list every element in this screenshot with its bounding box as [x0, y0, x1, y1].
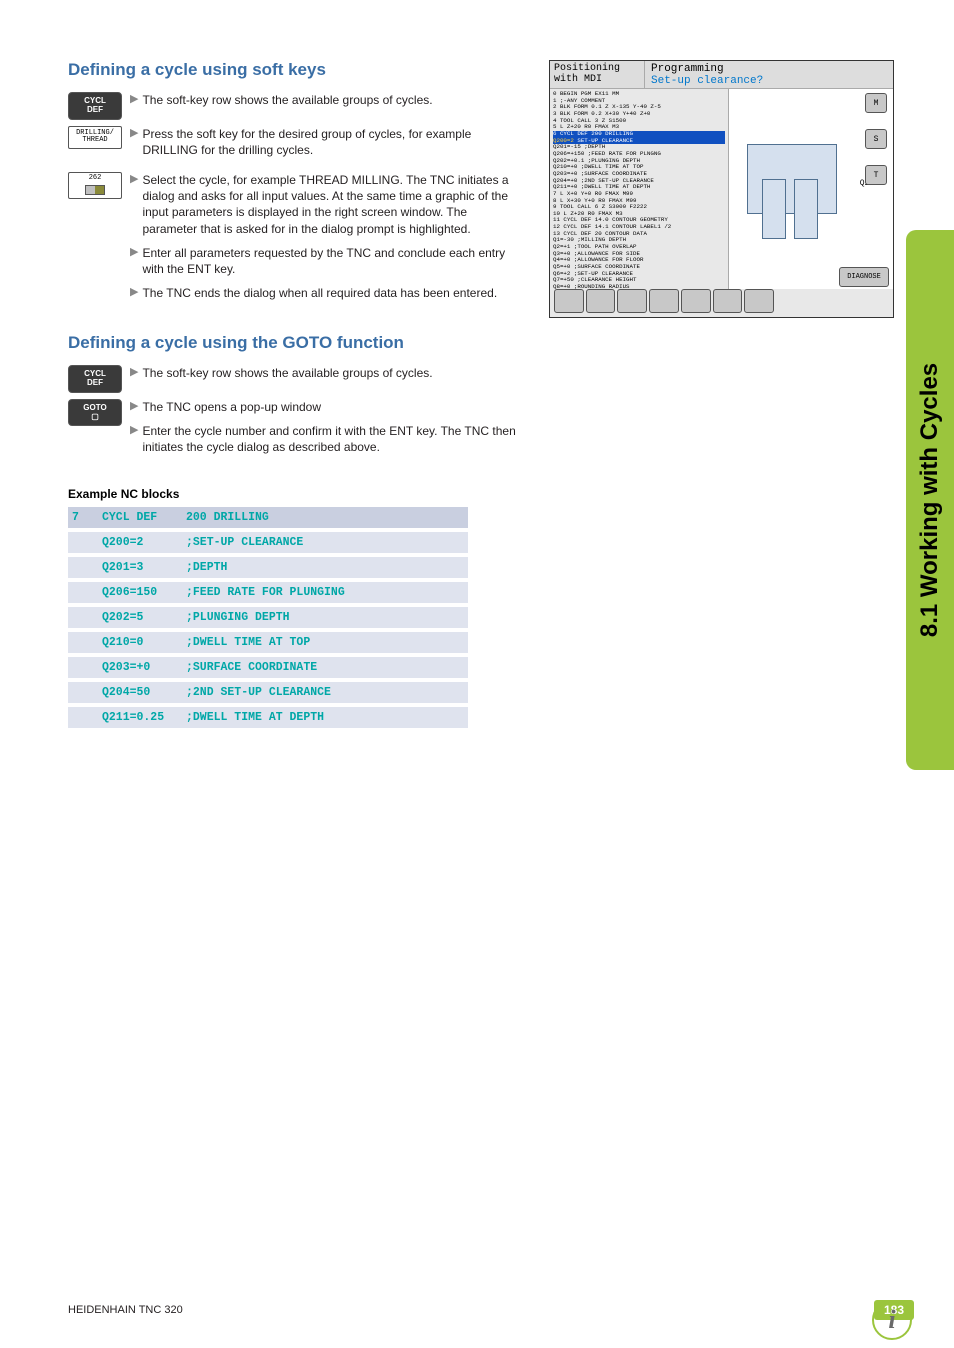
nc-row: Q201=3;DEPTH: [68, 555, 468, 580]
nc-row: Q202=5;PLUNGING DEPTH: [68, 605, 468, 630]
nc-row: Q210=0;DWELL TIME AT TOP: [68, 630, 468, 655]
main-content: Defining a cycle using soft keys CYCL DE…: [0, 0, 560, 732]
example-nc-label: Example NC blocks: [68, 487, 520, 501]
nc-row: Q200=2;SET-UP CLEARANCE: [68, 530, 468, 555]
cnc-bottom-btn[interactable]: [617, 289, 647, 313]
sec2-bullet-1: The TNC opens a pop-up window: [142, 399, 321, 415]
cnc-bottom-btn[interactable]: [713, 289, 743, 313]
cnc-bottom-btn[interactable]: [554, 289, 584, 313]
cnc-side-btn-m[interactable]: M: [865, 93, 887, 113]
section1-block: CYCL DEF ▶The soft-key row shows the ava…: [68, 92, 520, 309]
softkey-drilling-thread-label: DRILLING/ THREAD: [76, 130, 114, 145]
softkey-262-label: 262: [89, 175, 102, 183]
cnc-bottom-btn[interactable]: [586, 289, 616, 313]
chapter-tab-label: 8.1 Working with Cycles: [916, 363, 944, 637]
cnc-side-btn-s[interactable]: S: [865, 129, 887, 149]
cnc-diagnose-btn[interactable]: DIAGNOSE: [839, 267, 889, 287]
section2-heading: Defining a cycle using the GOTO function: [68, 333, 520, 353]
sec1-bullet-2: Select the cycle, for example THREAD MIL…: [142, 172, 520, 237]
sec1-bullet-3: Enter all parameters requested by the TN…: [142, 245, 520, 277]
nc-blocks-table: 7CYCL DEF200 DRILLINGQ200=2;SET-UP CLEAR…: [68, 507, 468, 732]
nc-row: Q204=50;2ND SET-UP CLEARANCE: [68, 680, 468, 705]
softkey-cycl-def-2[interactable]: CYCL DEF: [68, 365, 122, 393]
nc-row: Q206=150;FEED RATE FOR PLUNGING: [68, 580, 468, 605]
nc-row: Q203=+0;SURFACE COORDINATE: [68, 655, 468, 680]
arrow-icon: ▶: [130, 126, 138, 158]
sec1-bullet-0: The soft-key row shows the available gro…: [142, 92, 432, 108]
sec1-bullet-1: Press the soft key for the desired group…: [142, 126, 520, 158]
nc-row: 7CYCL DEF200 DRILLING: [68, 507, 468, 530]
sec2-bullet-2: Enter the cycle number and confirm it wi…: [142, 423, 520, 455]
softkey-cycl-def-2-label: CYCL DEF: [84, 370, 106, 388]
sec1-bullet-4: The TNC ends the dialog when all require…: [142, 285, 497, 301]
cnc-side-btn-t[interactable]: T: [865, 165, 887, 185]
softkey-goto[interactable]: GOTO ▢: [68, 399, 122, 427]
page-footer: HEIDENHAIN TNC 320 183: [0, 1300, 954, 1320]
cnc-screenshot: Positioning with MDI Programming Set-up …: [549, 60, 894, 318]
arrow-icon: ▶: [130, 423, 138, 455]
thread-mill-icon: [85, 185, 105, 195]
info-icon: i: [872, 1300, 912, 1340]
cnc-bottom-btn[interactable]: [681, 289, 711, 313]
softkey-cycl-def[interactable]: CYCL DEF: [68, 92, 122, 120]
section1-heading: Defining a cycle using soft keys: [68, 60, 520, 80]
arrow-icon: ▶: [130, 92, 138, 108]
sec2-bullet-0: The soft-key row shows the available gro…: [142, 365, 432, 381]
softkey-cycl-def-label: CYCL DEF: [84, 97, 106, 115]
arrow-icon: ▶: [130, 172, 138, 237]
section2-block: CYCL DEF ▶The soft-key row shows the ava…: [68, 365, 520, 463]
cnc-bottom-btn[interactable]: [744, 289, 774, 313]
cnc-bottom-softkeys: [554, 289, 774, 313]
footer-product: HEIDENHAIN TNC 320: [68, 1304, 183, 1316]
cnc-subtitle: Set-up clearance?: [651, 75, 887, 87]
softkey-262[interactable]: 262: [68, 172, 122, 199]
softkey-goto-label: GOTO ▢: [83, 404, 106, 422]
cnc-mode-left: Positioning with MDI: [550, 61, 645, 88]
cnc-code-listing: 0 BEGIN PGM EX11 MM1 ;-ANY COMMENT2 BLK …: [550, 89, 728, 289]
arrow-icon: ▶: [130, 245, 138, 277]
softkey-drilling-thread[interactable]: DRILLING/ THREAD: [68, 126, 122, 149]
arrow-icon: ▶: [130, 399, 138, 415]
nc-row: Q211=0.25;DWELL TIME AT DEPTH: [68, 705, 468, 730]
chapter-tab: 8.1 Working with Cycles: [906, 230, 954, 770]
arrow-icon: ▶: [130, 365, 138, 381]
cnc-bottom-btn[interactable]: [649, 289, 679, 313]
cnc-mode-right: Programming: [651, 63, 887, 75]
arrow-icon: ▶: [130, 285, 138, 301]
